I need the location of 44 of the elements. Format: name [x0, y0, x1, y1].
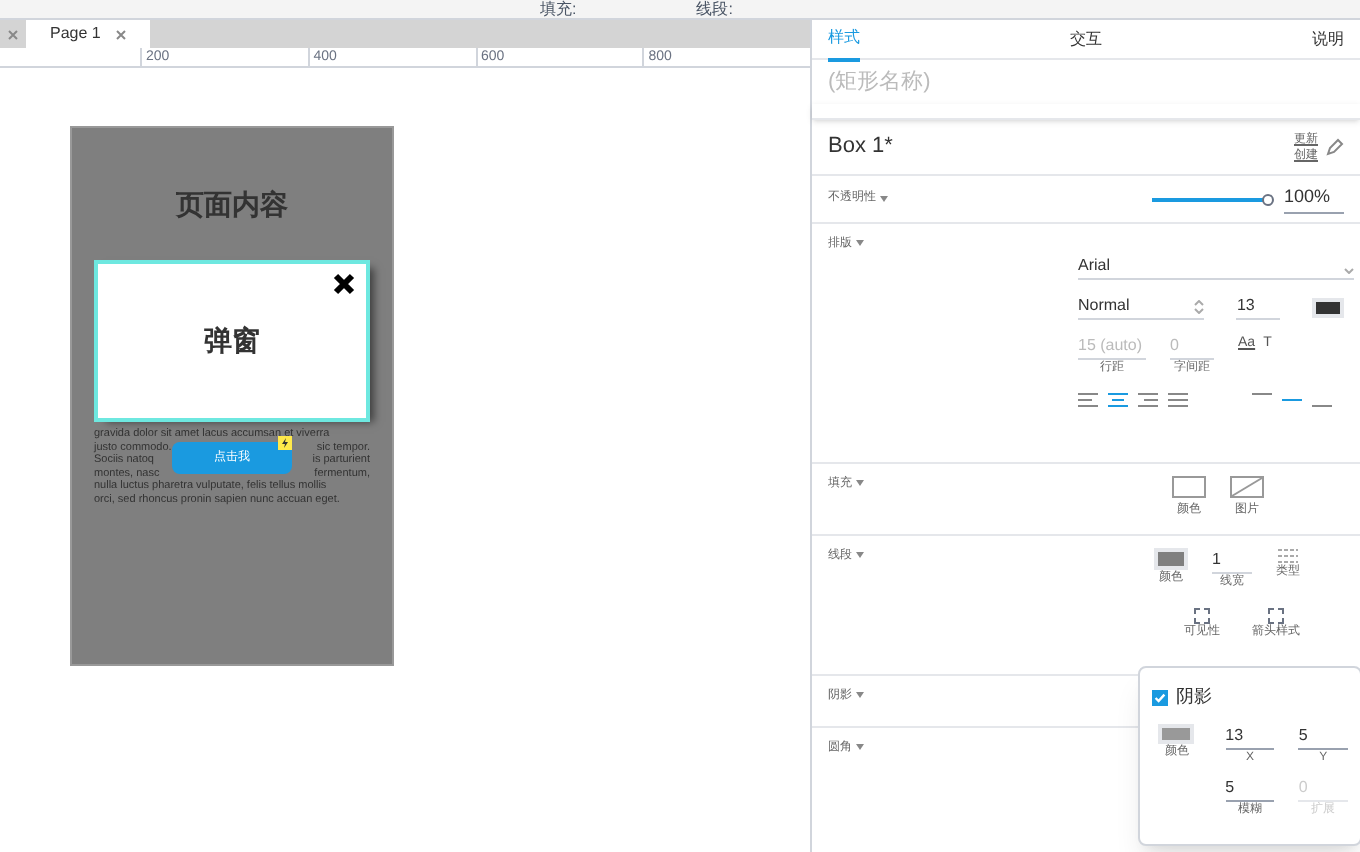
border-width-field[interactable]: 1: [1212, 548, 1252, 574]
close-icon[interactable]: [332, 272, 356, 296]
page-tab[interactable]: Page 1: [26, 20, 151, 48]
align-button[interactable]: [1138, 392, 1158, 408]
edit-icon[interactable]: [1326, 138, 1344, 156]
shadow-color-swatch[interactable]: [1158, 723, 1195, 743]
visibility-icon[interactable]: [1194, 608, 1210, 624]
dashed-lines-icon[interactable]: [1278, 548, 1298, 564]
caret-icon: [856, 551, 864, 558]
style-name[interactable]: Box 1*: [828, 130, 893, 164]
page-heading: 页面内容: [176, 186, 288, 224]
spinner-icon: [1194, 299, 1205, 313]
caret-icon: [856, 479, 864, 486]
border-color-swatch[interactable]: [1154, 548, 1188, 570]
shadow-title: 阴影: [1176, 684, 1212, 710]
text-color-swatch[interactable]: [1312, 297, 1344, 317]
fill-color-swatch[interactable]: [1172, 476, 1206, 498]
shadow-field[interactable]: 13: [1225, 723, 1275, 749]
fill-label: 填充:: [540, 0, 577, 21]
shadow-field[interactable]: 5: [1298, 723, 1348, 749]
align-button[interactable]: [1108, 392, 1128, 408]
image-fill-icon[interactable]: [1230, 476, 1264, 498]
chevron-icon: [1344, 268, 1354, 274]
lightning-icon: [278, 436, 292, 450]
border-label: 线段:: [696, 0, 733, 21]
font-size-field[interactable]: 13: [1236, 294, 1281, 320]
caret-icon: [856, 691, 864, 698]
caret-icon: [880, 196, 888, 202]
popup-title: 弹窗: [204, 322, 260, 360]
opacity-value[interactable]: 100%: [1284, 184, 1344, 214]
align-button[interactable]: [1168, 392, 1188, 408]
weight-select[interactable]: Normal: [1078, 294, 1205, 320]
caret-icon: [856, 239, 864, 246]
popup[interactable]: 弹窗: [98, 264, 366, 418]
panel-tab[interactable]: 说明: [1312, 19, 1344, 59]
caret-icon: [856, 743, 864, 750]
name-field[interactable]: (矩形名称): [812, 60, 1360, 104]
slider-thumb[interactable]: [1262, 193, 1274, 205]
shadow-field[interactable]: 5: [1225, 775, 1275, 801]
checkbox[interactable]: [1152, 689, 1168, 706]
align-button[interactable]: [1078, 392, 1098, 408]
arrow-style-icon[interactable]: [1268, 608, 1284, 624]
font-select[interactable]: Arial: [1078, 254, 1354, 280]
panel-tab[interactable]: 交互: [1070, 19, 1102, 59]
